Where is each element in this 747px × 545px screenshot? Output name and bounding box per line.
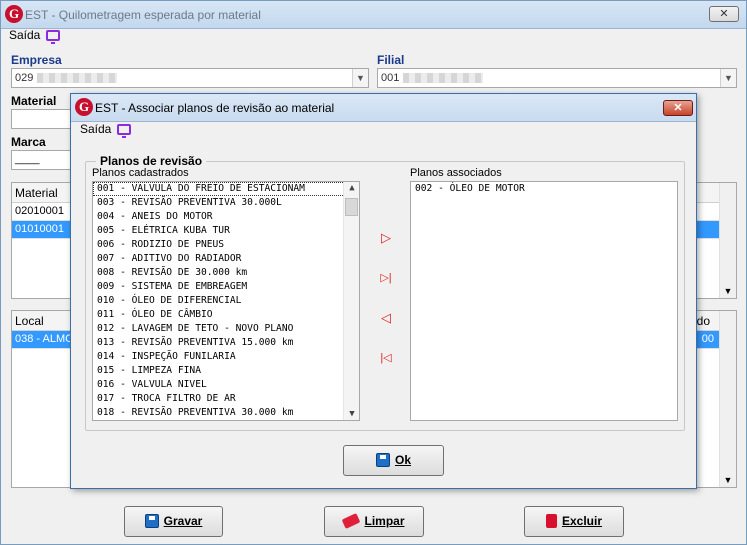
list-item[interactable]: 003 - REVISÃO PREVENTIVA 30.000L <box>93 196 359 210</box>
main-window-title: EST - Quilometragem esperada por materia… <box>25 8 261 22</box>
empresa-value: 029 <box>15 72 34 84</box>
grid-header-right: do <box>696 314 710 328</box>
filial-value: 001 <box>381 72 400 84</box>
marca-input[interactable]: ____ <box>11 150 73 170</box>
local-cell: 038 - ALMO <box>15 333 74 345</box>
trash-icon <box>545 513 557 528</box>
limpar-label: Limpar <box>364 514 405 528</box>
main-menu-saida-label: Saída <box>9 28 41 42</box>
excluir-button[interactable]: Excluir <box>524 506 624 537</box>
app-logo-icon: G <box>5 5 23 23</box>
material-label: Material <box>11 94 57 108</box>
main-close-button[interactable]: ✕ <box>709 6 739 22</box>
chevron-down-icon[interactable]: ▼ <box>720 475 736 485</box>
chevron-down-icon[interactable]: ▼ <box>344 409 359 419</box>
list-item[interactable]: 014 - INSPEÇÃO FUNILARIA <box>93 350 359 364</box>
ok-label: Ok <box>394 453 411 467</box>
planos-associados-label: Planos associados <box>410 167 502 179</box>
list-item[interactable]: 001 - VALVULA DO FREIO DE ESTACIONAM <box>93 182 359 196</box>
move-right-icon[interactable]: ▷ <box>376 229 396 247</box>
list-item[interactable]: 005 - ELÉTRICA KUBA TUR <box>93 224 359 238</box>
empresa-label: Empresa <box>11 53 62 67</box>
chevron-down-icon: ▼ <box>352 69 368 87</box>
move-all-left-icon[interactable]: |◁ <box>376 349 396 367</box>
list-item[interactable]: 007 - ADITIVO DO RADIADOR <box>93 252 359 266</box>
save-icon <box>144 513 159 528</box>
planos-cadastrados-label: Planos cadastrados <box>92 167 189 179</box>
dialog-close-button[interactable]: ✕ <box>663 100 693 116</box>
monitor-icon <box>117 124 132 139</box>
gravar-label: Gravar <box>163 514 203 528</box>
limpar-button[interactable]: Limpar <box>324 506 424 537</box>
move-all-right-icon[interactable]: ▷| <box>376 269 396 287</box>
filial-redacted <box>403 73 484 84</box>
grid-scrollbar[interactable]: ▼ <box>719 183 736 298</box>
dialog-menu-saida[interactable]: Saída <box>80 122 132 139</box>
eraser-icon <box>342 512 361 529</box>
main-titlebar: G EST - Quilometragem esperada por mater… <box>1 1 746 29</box>
grid-header-local-label: Local <box>15 314 44 328</box>
list-item[interactable]: 013 - REVISÃO PREVENTIVA 15.000 km <box>93 336 359 350</box>
gravar-button[interactable]: Gravar <box>124 506 223 537</box>
scroll-thumb[interactable] <box>345 198 358 216</box>
excluir-label: Excluir <box>561 514 603 528</box>
list-item[interactable]: 010 - ÓLEO DE DIFERENCIAL <box>93 294 359 308</box>
monitor-icon <box>46 30 61 45</box>
app-logo-icon: G <box>75 98 93 116</box>
filial-select[interactable]: 001 ▼ <box>377 68 737 88</box>
list-item[interactable]: 018 - REVISÃO PREVENTIVA 30.000 km <box>93 406 359 420</box>
list-item[interactable]: 002 - ÓLEO DE MOTOR <box>411 182 677 196</box>
main-menu-saida[interactable]: Saída <box>9 28 61 45</box>
list-item[interactable]: 009 - SISTEMA DE EMBREAGEM <box>93 280 359 294</box>
filial-label: Filial <box>377 53 405 67</box>
chevron-down-icon[interactable]: ▼ <box>720 286 736 296</box>
list-scrollbar[interactable]: ▲ ▼ <box>343 182 359 420</box>
list-item[interactable]: 015 - LIMPEZA FINA <box>93 364 359 378</box>
empresa-select[interactable]: 029 ▼ <box>11 68 369 88</box>
list-item[interactable]: 017 - TROCA FILTRO DE AR <box>93 392 359 406</box>
list-item[interactable]: 012 - LAVAGEM DE TETO - NOVO PLANO <box>93 322 359 336</box>
associar-planos-dialog: G EST - Associar planos de revisão ao ma… <box>70 93 697 489</box>
material-input[interactable] <box>11 109 73 129</box>
planos-cadastrados-list[interactable]: 001 - VALVULA DO FREIO DE ESTACIONAM 003 … <box>92 181 360 421</box>
list-item[interactable]: 004 - ANEIS DO MOTOR <box>93 210 359 224</box>
marca-label: Marca <box>11 135 46 149</box>
dialog-menu-saida-label: Saída <box>80 122 112 136</box>
planos-group-label: Planos de revisão <box>96 154 207 168</box>
dialog-titlebar: G EST - Associar planos de revisão ao ma… <box>71 94 696 122</box>
list-item[interactable]: 008 - REVISÃO DE 30.000 km <box>93 266 359 280</box>
planos-associados-list[interactable]: 002 - ÓLEO DE MOTOR <box>410 181 678 421</box>
empresa-redacted <box>37 73 118 84</box>
move-left-icon[interactable]: ◁ <box>376 309 396 327</box>
list-item[interactable]: 016 - VALVULA NIVEL <box>93 378 359 392</box>
ok-button[interactable]: Ok <box>343 445 444 476</box>
grid-scrollbar[interactable]: ▼ <box>719 311 736 487</box>
local-cell-right: 00 <box>701 333 714 345</box>
dialog-title: EST - Associar planos de revisão ao mate… <box>95 101 335 115</box>
chevron-up-icon[interactable]: ▲ <box>344 183 359 193</box>
chevron-down-icon: ▼ <box>720 69 736 87</box>
list-item[interactable]: 006 - RODIZIO DE PNEUS <box>93 238 359 252</box>
list-item[interactable]: 011 - ÓLEO DE CÂMBIO <box>93 308 359 322</box>
save-icon <box>375 452 390 467</box>
